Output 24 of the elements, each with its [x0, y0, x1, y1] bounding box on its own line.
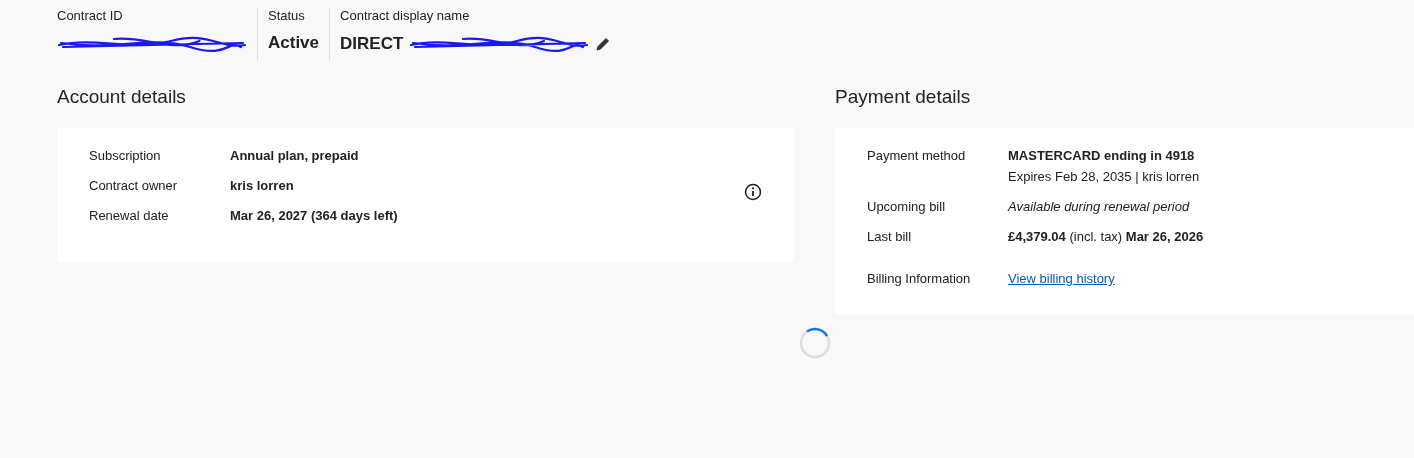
section-title: Payment details — [835, 86, 972, 108]
field-label: Billing Information — [867, 271, 972, 286]
value-text: Available during renewal period — [1008, 199, 1191, 214]
value-text: £4,379.04 (incl. tax) Mar 26, 2026 — [1008, 229, 1205, 244]
field-label: Contract owner — [89, 178, 179, 193]
field-label: Last bill — [867, 229, 913, 244]
field-label: Upcoming bill — [867, 199, 947, 214]
billing-history-link[interactable]: View billing history — [1008, 271, 1383, 286]
value-subtext: Expires Feb 28, 2035 | kris lorren — [1008, 169, 1201, 184]
pencil-icon[interactable] — [595, 36, 612, 52]
field-label: Contract ID — [57, 8, 124, 23]
value-text: MASTERCARD ending in 4918 — [1008, 148, 1196, 163]
field-label: Status — [268, 8, 306, 23]
value-text: Annual plan, prepaid — [230, 148, 360, 163]
value-text: Mar 26, 2027 (364 days left) — [230, 208, 399, 223]
section-title: Account details — [57, 86, 187, 108]
value-text: kris lorren — [230, 178, 295, 193]
field-value: Active — [268, 33, 320, 53]
field-value: DIRECT — [340, 34, 404, 54]
field-label: Subscription — [89, 148, 162, 163]
info-icon[interactable] — [744, 183, 762, 201]
field-label: Renewal date — [89, 208, 170, 223]
field-label: Payment method — [867, 148, 967, 165]
field-label: Contract display name — [340, 8, 471, 23]
